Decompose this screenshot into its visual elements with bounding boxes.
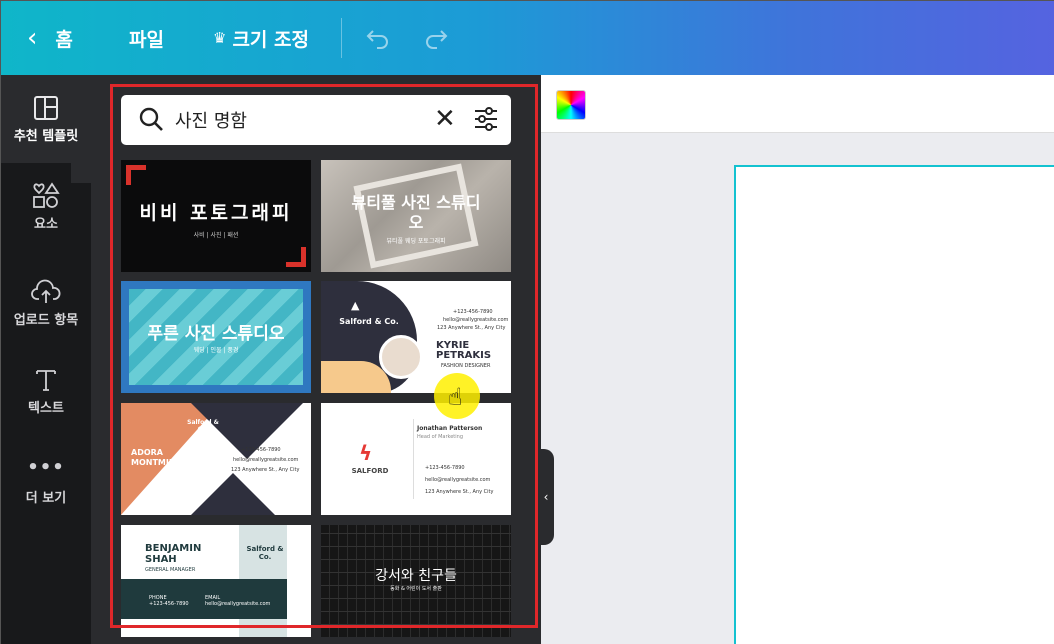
- canvas-area: [541, 75, 1054, 644]
- hand-cursor-icon: ☝: [448, 383, 463, 411]
- editor-toolbar: [541, 75, 1054, 133]
- text-icon: [36, 370, 56, 391]
- dark-band: [121, 579, 287, 619]
- chevron-left-icon: ‹: [27, 23, 38, 53]
- corner-decoration: [286, 247, 306, 267]
- rail-label: 텍스트: [28, 401, 64, 416]
- search-icon: [139, 107, 163, 131]
- template-subtitle: 뷰티풀 웨딩 포토그래피: [386, 238, 446, 245]
- template-role: Head of Marketing: [417, 434, 463, 440]
- template-name: BENJAMIN SHAH: [145, 543, 202, 565]
- bolt-logo: ϟ: [359, 441, 373, 465]
- avatar: [379, 335, 423, 379]
- template-address: 123 Anywhere St., Any City: [231, 467, 300, 473]
- template-role: FASHION DESIGNER: [441, 363, 491, 369]
- undo-button[interactable]: [365, 1, 391, 75]
- rail-label: 요소: [34, 217, 58, 232]
- crown-icon: ♛: [213, 29, 227, 47]
- template-phone: +123-456-7890: [149, 601, 189, 607]
- template-name: KYRIE PETRAKIS: [436, 340, 492, 361]
- dark-triangle: [191, 473, 275, 515]
- elements-icon: [33, 182, 60, 208]
- close-icon[interactable]: ✕: [434, 105, 456, 133]
- templates-panel: ✕ 비비 포토그래피 사비 | 사진 | 패션 뷰티풀 사진 스튜디오 뷰티풀 …: [91, 75, 541, 644]
- more-icon: •••: [27, 457, 65, 478]
- template-brand: SALFORD: [351, 467, 389, 475]
- template-title: 푸른 사진 스튜디오: [147, 324, 285, 344]
- rail-label: 추천 템플릿: [13, 129, 79, 144]
- file-label: 파일: [129, 28, 164, 51]
- template-thumbnail[interactable]: Salford & Co. ADORA MONTMINY +123-456-78…: [121, 403, 311, 515]
- redo-icon: [426, 30, 448, 49]
- corner-decoration: [126, 165, 146, 185]
- template-icon: [34, 96, 58, 120]
- divider: [413, 419, 414, 499]
- upload-icon: [31, 279, 61, 303]
- template-title: 비비 포토그래피: [139, 202, 293, 224]
- divider: [341, 18, 342, 58]
- template-subtitle: 동화 & 어린이 도서 출판: [390, 586, 442, 592]
- redo-button[interactable]: [423, 1, 449, 75]
- rail-item-templates[interactable]: 추천 템플릿: [1, 75, 91, 163]
- rail-item-elements[interactable]: 요소: [1, 163, 91, 251]
- rail-label: 업로드 항목: [13, 313, 79, 328]
- template-address: 123 Anywhere St., Any City: [425, 489, 494, 495]
- template-thumbnail[interactable]: 푸른 사진 스튜디오 웨딩 | 인물 | 풍경: [121, 281, 311, 393]
- search-bar: ✕: [121, 95, 511, 145]
- home-label: 홈: [55, 28, 73, 51]
- template-subtitle: 사비 | 사진 | 패션: [193, 232, 239, 239]
- filter-icon[interactable]: [473, 106, 499, 132]
- rail-label: 더 보기: [25, 491, 67, 506]
- template-thumbnail[interactable]: 강서와 친구들 동화 & 어린이 도서 출판: [321, 525, 511, 637]
- template-email: hello@reallygreatsite.com: [443, 317, 509, 323]
- template-title: 뷰티풀 사진 스튜디오: [351, 193, 481, 232]
- search-input[interactable]: [175, 103, 415, 137]
- top-bar: ‹ 홈 파일 ♛ 크기 조정: [1, 1, 1054, 75]
- collapse-panel-button[interactable]: ‹: [538, 449, 554, 545]
- template-phone: +123-456-7890: [425, 465, 465, 471]
- template-thumbnail[interactable]: 비비 포토그래피 사비 | 사진 | 패션: [121, 160, 311, 272]
- template-phone: +123-456-7890: [453, 309, 493, 315]
- template-name: ADORA MONTMINY: [131, 448, 182, 467]
- side-rail: 추천 템플릿 요소 업로드 항목 텍스트 ••• 더 보기: [1, 75, 91, 644]
- template-thumbnail[interactable]: BENJAMIN SHAH GENERAL MANAGER Salford & …: [121, 525, 311, 637]
- template-brand: Salford & Co.: [246, 545, 284, 561]
- template-role: GENERAL MANAGER: [145, 567, 196, 573]
- template-email: hello@reallygreatsite.com: [425, 477, 491, 483]
- template-subtitle: 웨딩 | 인물 | 풍경: [193, 347, 239, 354]
- file-menu-button[interactable]: 파일: [129, 1, 164, 75]
- template-address: 123 Anywhere St., Any City: [437, 325, 506, 331]
- template-title: 강서와 친구들: [375, 568, 457, 584]
- rail-item-text[interactable]: 텍스트: [1, 345, 91, 416]
- rail-item-uploads[interactable]: 업로드 항목: [1, 255, 91, 328]
- template-brand: Salford & Co.: [187, 419, 219, 433]
- resize-button[interactable]: ♛ 크기 조정: [213, 1, 309, 75]
- resize-label: 크기 조정: [232, 28, 309, 51]
- template-thumbnail[interactable]: ▲ Salford & Co. KYRIE PETRAKIS FASHION D…: [321, 281, 511, 393]
- color-picker-icon[interactable]: [556, 90, 586, 120]
- template-email: hello@reallygreatsite.com: [205, 601, 271, 607]
- rail-item-more[interactable]: ••• 더 보기: [1, 435, 91, 506]
- template-thumbnail[interactable]: 뷰티풀 사진 스튜디오 뷰티풀 웨딩 포토그래피: [321, 160, 511, 272]
- chevron-left-icon: ‹: [543, 490, 549, 504]
- template-thumbnail[interactable]: ϟ SALFORD Jonathan Patterson Head of Mar…: [321, 403, 511, 515]
- undo-icon: [366, 30, 388, 49]
- template-email: hello@reallygreatsite.com: [233, 457, 299, 463]
- home-button[interactable]: ‹ 홈: [27, 1, 73, 75]
- template-name: Jonathan Patterson: [417, 425, 483, 432]
- template-phone: +123-456-7890: [241, 447, 281, 453]
- template-brand: Salford & Co.: [339, 317, 399, 326]
- design-page[interactable]: [734, 165, 1054, 644]
